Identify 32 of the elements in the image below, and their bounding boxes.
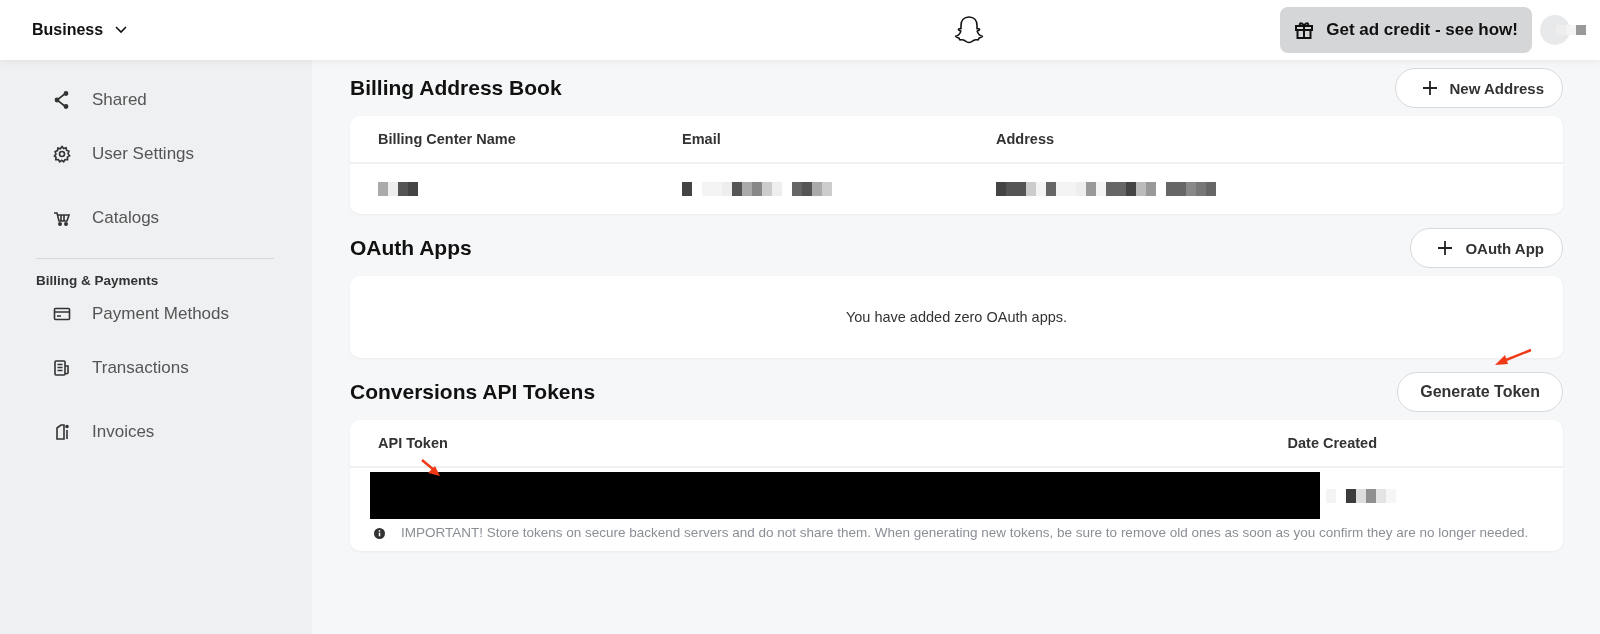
column-header: Billing Center Name [378,131,517,147]
redacted-text [378,182,418,196]
section-title: Conversions API Tokens [350,380,596,404]
sidebar-item[interactable]: User Settings [0,122,312,186]
receipt-icon [52,358,72,378]
column-header: Date Created [1287,435,1377,451]
gift-icon [1294,20,1315,40]
important-note: IMPORTANT! Store tokens on secure backend servers and do not share them. When generating new tokens, be sure to remove old ones as soon as you confirm they are no longer needed. [401,525,1529,541]
section-title: OAuth Apps [350,236,472,260]
section-heading: Billing & Payments [36,273,160,288]
empty-message: You have added zero OAuth apps. [845,309,1068,325]
column-header: Email [682,131,722,147]
generate-token-button[interactable]: Generate Token [1397,372,1563,412]
plus-icon [1421,80,1438,96]
chevron-down-icon [115,26,128,34]
ad-credit-button[interactable]: Get ad credit - see how! [1280,7,1532,53]
gear-icon [52,144,72,164]
plus-icon [1437,240,1454,256]
sidebar-item[interactable]: Shared [0,78,312,122]
arrow-annotation [1493,348,1533,368]
workspace-dropdown[interactable]: Business [32,17,128,43]
column-header: Address [996,131,1055,147]
section-title: Billing Address Book [350,76,562,100]
sidebar-item[interactable]: Transactions [0,336,312,400]
ghost-logo-icon[interactable] [953,14,985,46]
add-oauth-app-button[interactable]: OAuth App [1410,228,1563,268]
sidebar-item[interactable]: Invoices [0,400,312,464]
info-icon [374,528,385,539]
new-address-button[interactable]: New Address [1394,68,1563,108]
sidebar-item[interactable]: Catalogs [0,186,312,250]
sidebar-item[interactable]: Payment Methods [0,292,312,336]
column-header: API Token [378,435,448,451]
